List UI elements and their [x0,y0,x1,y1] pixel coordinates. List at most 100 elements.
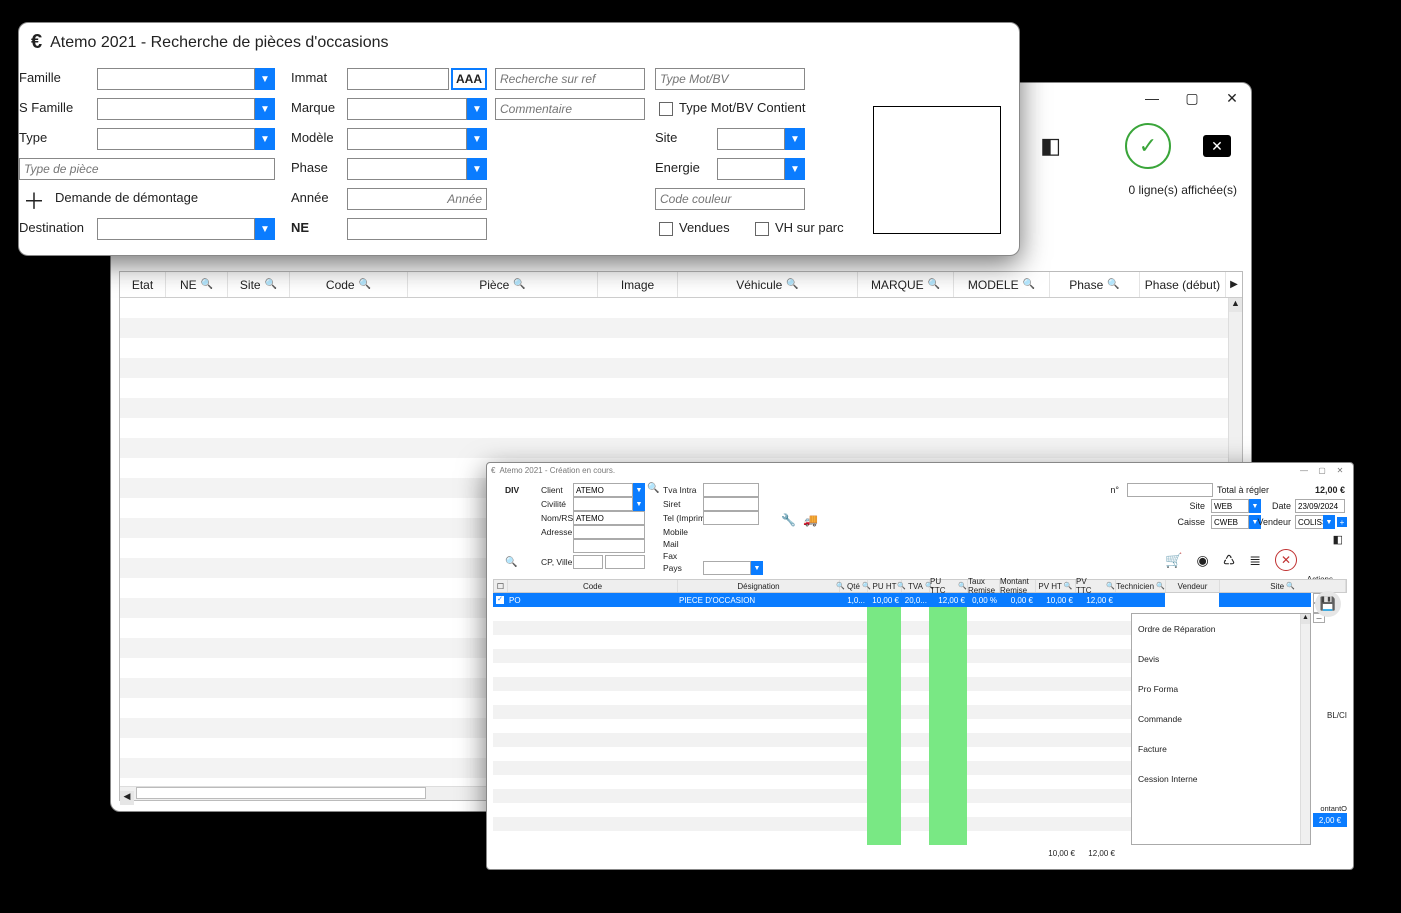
caisse-input[interactable] [1211,515,1249,529]
minimize-button[interactable]: ― [1295,466,1313,475]
col-technicien[interactable]: Technicien [1116,582,1154,591]
aaa-button[interactable]: AAA [451,68,487,90]
plus-icon[interactable]: ＋ [23,184,45,216]
eraser-icon[interactable]: ◧ [1040,133,1061,159]
clear-button[interactable]: ✕ [1203,135,1231,157]
type-piece-input[interactable] [19,158,275,180]
annee-input[interactable] [347,188,487,210]
vhparc-checkbox[interactable] [755,222,769,236]
adresse2-input[interactable] [573,539,645,553]
menu-ordre-reparation[interactable]: Ordre de Réparation [1132,614,1310,644]
adresse-input[interactable] [573,525,645,539]
cp-input[interactable] [573,555,603,569]
civilite-dropdown[interactable]: ▼ [633,497,645,511]
ref-search-input[interactable] [495,68,645,90]
ville-input[interactable] [605,555,645,569]
maximize-button[interactable]: ▢ [1313,466,1331,475]
search-icon[interactable]: 🔍 [513,279,525,290]
site-dropdown[interactable]: ▼ [785,128,805,150]
cancel-button[interactable]: ✕ [1275,549,1297,571]
type-select[interactable] [97,128,255,150]
menu-facture[interactable]: Facture [1132,734,1310,764]
ne-input[interactable] [347,218,487,240]
search-icon[interactable]: 🔍 [359,279,371,290]
search-icon[interactable]: 🔍 [1107,279,1119,290]
col-phase-debut[interactable]: Phase (début) [1145,278,1220,292]
destination-dropdown[interactable]: ▼ [255,218,275,240]
col-modele[interactable]: MODELE [968,278,1019,292]
label-demande[interactable]: Demande de démontage [55,190,198,205]
phase-select[interactable] [347,158,467,180]
sale-grid-row-selected[interactable]: ✓ PO PIECE D'OCCASION 1,0... 10,00 € 20,… [493,593,1311,607]
save-button[interactable]: 💾 [1315,591,1341,617]
col-pvht[interactable]: PV HT [1038,582,1062,591]
site-dropdown[interactable]: ▼ [1249,499,1261,513]
scroll-right-indicator[interactable]: ▶ [1226,279,1242,290]
stack-icon[interactable]: ≣ [1249,552,1261,569]
col-marque[interactable]: MARQUE [871,278,924,292]
search-icon[interactable]: 🔍 [201,279,213,290]
eraser-icon[interactable]: ◧ [1333,533,1343,546]
recycle-icon[interactable]: ♺ [1223,552,1236,569]
col-site[interactable]: Site [1270,582,1284,591]
col-code[interactable]: Code [583,582,602,591]
immat-input[interactable] [347,68,449,90]
site-input[interactable] [1211,499,1249,513]
row-checkbox[interactable]: ✓ [496,596,504,604]
menu-proforma[interactable]: Pro Forma [1132,674,1310,704]
vendeur-add-button[interactable]: + [1337,517,1347,527]
client-dropdown[interactable]: ▼ [633,483,645,497]
client-input[interactable] [573,483,633,497]
typemot-input[interactable] [655,68,805,90]
typemot-contient-checkbox[interactable] [659,102,673,116]
marque-select[interactable] [347,98,467,120]
col-etat[interactable]: Etat [132,278,153,292]
pays-dropdown[interactable]: ▼ [751,561,763,575]
cell-vendeur[interactable] [1165,593,1219,607]
menu-scrollbar[interactable]: ▲ [1300,614,1310,844]
type-dropdown[interactable]: ▼ [255,128,275,150]
col-check[interactable]: ☐ [497,582,504,591]
maximize-button[interactable]: ▢ [1183,89,1201,107]
search-icon[interactable]: 🔍 [928,279,940,290]
col-qte[interactable]: Qté [847,582,860,591]
code-couleur-input[interactable] [655,188,805,210]
menu-devis[interactable]: Devis [1132,644,1310,674]
vendeur-dropdown[interactable]: ▼ [1323,515,1335,529]
vendues-checkbox[interactable] [659,222,673,236]
col-ne[interactable]: NE [180,278,197,292]
col-code[interactable]: Code [326,278,355,292]
nomrs-input[interactable] [573,511,645,525]
cart-icon[interactable]: 🛒 [1165,552,1182,569]
siret-input[interactable] [703,497,759,511]
col-phase[interactable]: Phase [1069,278,1103,292]
menu-commande[interactable]: Commande [1132,704,1310,734]
energie-select[interactable] [717,158,785,180]
col-puht[interactable]: PU HT [873,582,897,591]
date-input[interactable] [1295,499,1345,513]
site-select[interactable] [717,128,785,150]
minimize-button[interactable]: ― [1143,89,1161,107]
col-designation[interactable]: Désignation [737,582,779,591]
close-button[interactable]: ✕ [1331,466,1349,475]
search-icon[interactable]: 🔍 [786,279,798,290]
col-image[interactable]: Image [621,278,654,292]
modele-select[interactable] [347,128,467,150]
client-search-icon[interactable]: 🔍 [647,483,659,494]
comment-input[interactable] [495,98,645,120]
tva-input[interactable] [703,483,759,497]
col-site[interactable]: Site [240,278,261,292]
col-tva[interactable]: TVA [908,582,923,591]
search-icon[interactable]: 🔍 [265,279,277,290]
search-icon[interactable]: 🔍 [505,557,517,568]
telimp-input[interactable] [703,511,759,525]
col-vehicule[interactable]: Véhicule [736,278,782,292]
num-input[interactable] [1127,483,1213,497]
truck-icon[interactable]: 🚚 [803,513,818,527]
famille-select[interactable] [97,68,255,90]
col-piece[interactable]: Pièce [479,278,509,292]
energie-dropdown[interactable]: ▼ [785,158,805,180]
modele-dropdown[interactable]: ▼ [467,128,487,150]
marque-dropdown[interactable]: ▼ [467,98,487,120]
search-icon[interactable]: 🔍 [1023,279,1035,290]
